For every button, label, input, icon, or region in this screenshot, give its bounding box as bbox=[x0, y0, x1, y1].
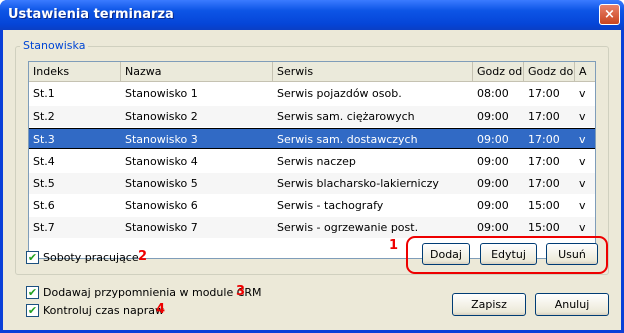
cancel-button[interactable]: Anuluj bbox=[535, 293, 609, 316]
cell-hour-from: 09:00 bbox=[477, 177, 509, 190]
cell-service: Serwis - tachografy bbox=[277, 199, 384, 212]
dialog-window: Ustawienia terminarza × Stanowiska Indek… bbox=[0, 0, 624, 333]
cell-active: v bbox=[579, 221, 586, 234]
column-header-name[interactable]: Nazwa bbox=[121, 62, 273, 82]
cell-service: Serwis - ogrzewanie post. bbox=[277, 221, 419, 234]
table-row[interactable]: St.2 Stanowisko 2 Serwis sam. ciężarowyc… bbox=[29, 106, 595, 127]
checkmark-icon: ✔ bbox=[27, 304, 38, 317]
repair-time-checkbox[interactable]: ✔ bbox=[26, 304, 39, 317]
table-row-selected[interactable]: St.3 Stanowisko 3 Serwis sam. dostawczyc… bbox=[29, 128, 595, 149]
edit-button[interactable]: Edytuj bbox=[480, 243, 537, 265]
stations-table[interactable]: Indeks Nazwa Serwis Godz od Godz do A St… bbox=[28, 61, 596, 259]
cell-active: v bbox=[579, 177, 586, 190]
annotation-marker-3: 3 bbox=[236, 284, 246, 299]
cell-hour-to: 17:00 bbox=[528, 155, 560, 168]
close-button[interactable]: × bbox=[599, 4, 620, 25]
cell-index: St.7 bbox=[33, 221, 55, 234]
cell-active: v bbox=[579, 133, 586, 146]
add-button[interactable]: Dodaj bbox=[422, 243, 470, 265]
cell-name: Stanowisko 7 bbox=[125, 221, 198, 234]
cell-hour-to: 17:00 bbox=[528, 87, 560, 100]
stations-group-label: Stanowiska bbox=[20, 39, 89, 52]
save-button[interactable]: Zapisz bbox=[452, 293, 526, 316]
cell-hour-to: 15:00 bbox=[528, 221, 560, 234]
column-header-index[interactable]: Indeks bbox=[29, 62, 121, 82]
cell-index: St.5 bbox=[33, 177, 55, 190]
cell-active: v bbox=[579, 199, 586, 212]
window-title: Ustawienia terminarza bbox=[8, 7, 174, 22]
delete-button[interactable]: Usuń bbox=[546, 243, 598, 265]
saturdays-label[interactable]: Soboty pracujące bbox=[43, 251, 139, 264]
cell-hour-from: 09:00 bbox=[477, 155, 509, 168]
table-row[interactable]: St.5 Stanowisko 5 Serwis blacharsko-laki… bbox=[29, 173, 595, 194]
cell-hour-to: 15:00 bbox=[528, 199, 560, 212]
cell-hour-from: 09:00 bbox=[477, 133, 509, 146]
cell-hour-from: 09:00 bbox=[477, 221, 509, 234]
cell-service: Serwis pojazdów osob. bbox=[277, 87, 402, 100]
column-header-service[interactable]: Serwis bbox=[273, 62, 473, 82]
column-header-hour-from[interactable]: Godz od bbox=[473, 62, 524, 82]
cell-name: Stanowisko 6 bbox=[125, 199, 198, 212]
cell-index: St.1 bbox=[33, 87, 55, 100]
annotation-marker-2: 2 bbox=[138, 249, 148, 264]
table-row[interactable]: St.6 Stanowisko 6 Serwis - tachografy 09… bbox=[29, 195, 595, 216]
cell-service: Serwis sam. ciężarowych bbox=[277, 110, 415, 123]
cell-hour-from: 09:00 bbox=[477, 110, 509, 123]
cell-active: v bbox=[579, 110, 586, 123]
table-row[interactable]: St.7 Stanowisko 7 Serwis - ogrzewanie po… bbox=[29, 217, 595, 238]
title-bar[interactable]: Ustawienia terminarza × bbox=[0, 0, 624, 30]
cell-active: v bbox=[579, 155, 586, 168]
crm-reminders-checkbox[interactable]: ✔ bbox=[26, 286, 39, 299]
cell-index: St.4 bbox=[33, 155, 55, 168]
cell-hour-from: 08:00 bbox=[477, 87, 509, 100]
cell-hour-to: 17:00 bbox=[528, 177, 560, 190]
cell-name: Stanowisko 2 bbox=[125, 110, 198, 123]
dialog-body: Stanowiska Indeks Nazwa Serwis Godz od G… bbox=[3, 30, 621, 330]
cell-hour-to: 17:00 bbox=[528, 133, 560, 146]
column-header-hour-to[interactable]: Godz do bbox=[524, 62, 575, 82]
cell-service: Serwis sam. dostawczych bbox=[277, 133, 418, 146]
checkmark-icon: ✔ bbox=[27, 251, 38, 264]
table-header: Indeks Nazwa Serwis Godz od Godz do A bbox=[29, 62, 595, 82]
repair-time-label[interactable]: Kontroluj czas napraw bbox=[43, 304, 164, 317]
column-header-active[interactable]: A bbox=[575, 62, 595, 82]
cell-name: Stanowisko 4 bbox=[125, 155, 198, 168]
cell-index: St.6 bbox=[33, 199, 55, 212]
cell-active: v bbox=[579, 87, 586, 100]
cell-name: Stanowisko 1 bbox=[125, 87, 198, 100]
cell-name: Stanowisko 3 bbox=[125, 133, 198, 146]
cell-index: St.2 bbox=[33, 110, 55, 123]
saturdays-checkbox[interactable]: ✔ bbox=[26, 251, 39, 264]
checkmark-icon: ✔ bbox=[27, 286, 38, 299]
annotation-marker-1: 1 bbox=[389, 238, 399, 253]
table-row[interactable]: St.1 Stanowisko 1 Serwis pojazdów osob. … bbox=[29, 83, 595, 104]
close-icon: × bbox=[604, 7, 615, 22]
cell-name: Stanowisko 5 bbox=[125, 177, 198, 190]
cell-service: Serwis naczep bbox=[277, 155, 356, 168]
cell-service: Serwis blacharsko-lakierniczy bbox=[277, 177, 439, 190]
crm-reminders-label[interactable]: Dodawaj przypomnienia w module CRM bbox=[43, 286, 262, 299]
cell-index: St.3 bbox=[33, 133, 55, 146]
cell-hour-to: 17:00 bbox=[528, 110, 560, 123]
annotation-marker-4: 4 bbox=[156, 302, 166, 317]
cell-hour-from: 09:00 bbox=[477, 199, 509, 212]
table-row[interactable]: St.4 Stanowisko 4 Serwis naczep 09:00 17… bbox=[29, 151, 595, 172]
